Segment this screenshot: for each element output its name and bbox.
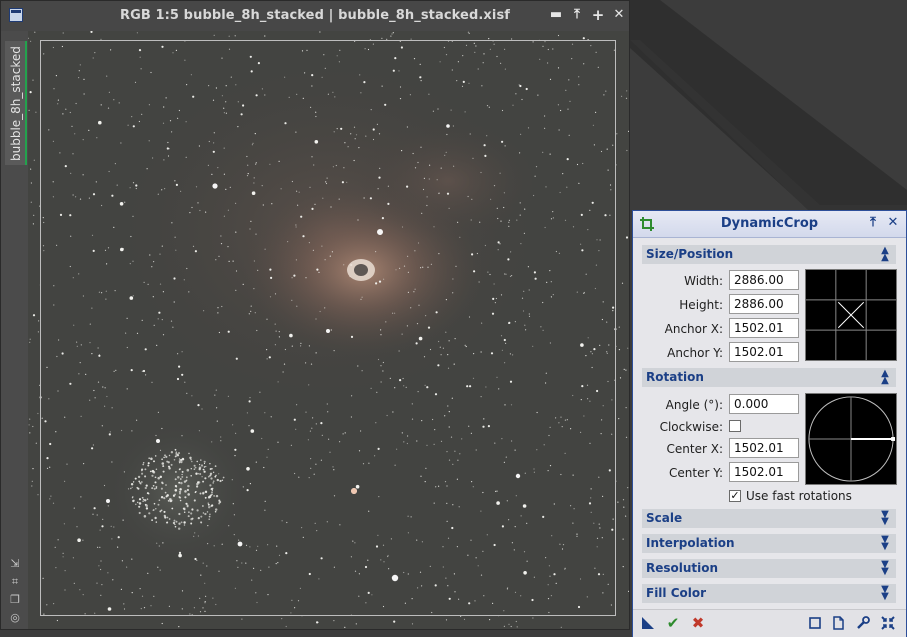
dialog-close-button[interactable]: ✕ [886,216,900,230]
width-label: Width: [684,274,723,288]
angle-label: Angle (°): [665,398,723,412]
expand-down-icon[interactable]: ▼ ▼ [879,585,891,602]
image-window[interactable]: RGB 1:5 bubble_8h_stacked | bubble_8h_st… [0,0,630,630]
center-y-field[interactable]: 1502.01 [729,462,799,482]
dialog-titlebar[interactable]: DynamicCrop ⤒ ✕ [633,211,906,238]
clone-icon[interactable]: ❐ [9,594,21,606]
rotation-dial[interactable] [805,393,897,485]
section-size-position-label: Size/Position [646,247,734,261]
section-rotation[interactable]: Rotation ▲ ▲ [642,368,896,387]
close-button[interactable]: ✕ [611,7,627,23]
astro-image [28,31,629,629]
anchor-x-field[interactable]: 1502.01 [729,318,799,338]
reset-icon[interactable] [808,616,822,630]
image-viewport[interactable] [28,31,629,629]
arrow-icon[interactable]: ⇲ [9,558,21,570]
section-fill-color-label: Fill Color [646,586,707,600]
image-side-rail: bubble_8h_stacked ⇲ ⌗ ❐ ◎ [1,31,28,629]
target-icon[interactable]: ◎ [9,612,21,624]
expand-down-icon[interactable]: ▼ ▼ [879,510,891,527]
anchor-x-label: Anchor X: [664,322,723,336]
cancel-icon[interactable]: ✖ [691,616,705,631]
global-icon[interactable] [881,616,895,630]
fit-icon[interactable]: ⌗ [9,576,21,588]
section-size-position[interactable]: Size/Position ▲ ▲ [642,245,896,264]
width-field[interactable]: 2886.00 [729,270,799,290]
image-identifier-tab[interactable]: bubble_8h_stacked [5,41,27,165]
section-scale-label: Scale [646,511,683,525]
height-label: Height: [679,298,723,312]
fast-rotations-label: Use fast rotations [746,489,852,503]
section-interpolation[interactable]: Interpolation ▼ ▼ [642,534,896,553]
image-window-title: RGB 1:5 bubble_8h_stacked | bubble_8h_st… [119,8,511,23]
expand-down-icon[interactable]: ▼ ▼ [879,560,891,577]
clockwise-checkbox[interactable] [729,420,741,432]
maximize-button[interactable]: + [590,7,606,23]
clockwise-label: Clockwise: [659,420,723,434]
center-x-label: Center X: [666,442,723,456]
image-window-titlebar[interactable]: RGB 1:5 bubble_8h_stacked | bubble_8h_st… [1,1,629,31]
image-identifier-label: bubble_8h_stacked [9,46,23,161]
anchor-y-field[interactable]: 1502.01 [729,342,799,362]
section-resolution-label: Resolution [646,561,719,575]
shade-button[interactable]: ▬ [548,7,564,23]
center-y-label: Center Y: [669,466,723,480]
height-field[interactable]: 2886.00 [729,294,799,314]
anchor-preview[interactable] [805,269,897,361]
section-rotation-label: Rotation [646,370,704,384]
expand-down-icon[interactable]: ▼ ▼ [879,535,891,552]
execute-icon[interactable]: ✔ [666,616,680,631]
minimize-button[interactable]: ⤒ [569,7,585,23]
dialog-shade-button[interactable]: ⤒ [866,216,880,230]
section-scale[interactable]: Scale ▼ ▼ [642,509,896,528]
angle-field[interactable]: 0.000 [729,394,799,414]
browse-doc-icon[interactable] [831,616,845,630]
anchor-y-label: Anchor Y: [667,346,723,360]
collapse-up-icon[interactable]: ▲ ▲ [879,246,891,263]
section-interpolation-label: Interpolation [646,536,735,550]
dialog-control-bar: ✔ ✖ [633,609,906,637]
collapse-up-icon[interactable]: ▲ ▲ [879,369,891,386]
center-x-field[interactable]: 1502.01 [729,438,799,458]
dynamiccrop-dialog[interactable]: DynamicCrop ⤒ ✕ Size/Position ▲ ▲ Width: … [632,210,907,637]
section-resolution[interactable]: Resolution ▼ ▼ [642,559,896,578]
section-fill-color[interactable]: Fill Color ▼ ▼ [642,584,896,603]
fast-rotations-checkbox[interactable]: ✓ [729,490,741,502]
new-instance-icon[interactable] [641,616,655,630]
preferences-icon[interactable] [856,616,870,630]
